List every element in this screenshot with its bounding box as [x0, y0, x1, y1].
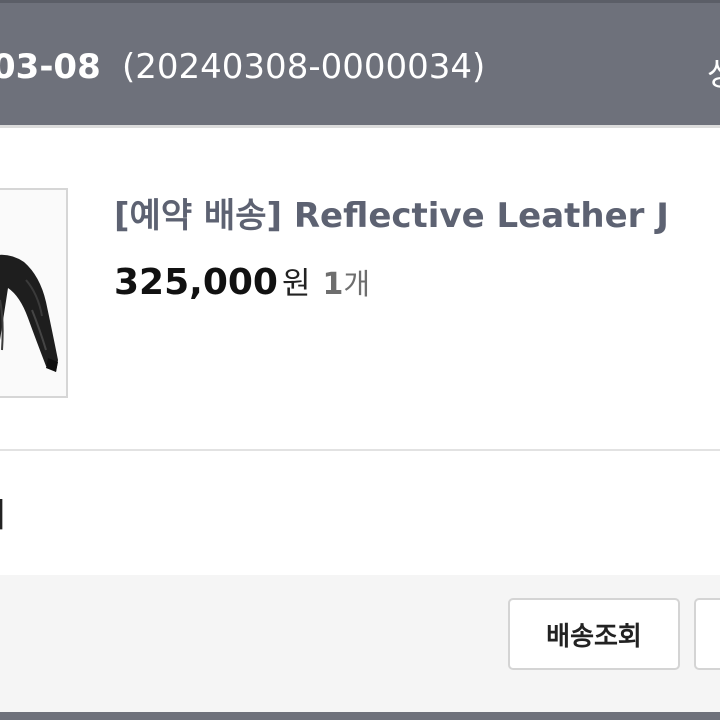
next-order-header-edge: [0, 712, 720, 720]
leather-jacket-icon: [0, 190, 66, 396]
order-card: 03-08 (20240308-0000034) 상 [예약 배송] Refle…: [0, 0, 720, 720]
track-delivery-button[interactable]: 배송조회: [508, 598, 680, 670]
order-detail-link[interactable]: 상: [707, 49, 720, 95]
product-thumbnail[interactable]: [0, 188, 68, 398]
product-name[interactable]: [예약 배송] Reflective Leather J: [114, 188, 669, 237]
product-price: 325,000: [114, 262, 278, 303]
price-currency-unit: 원: [281, 266, 311, 302]
order-number: (20240308-0000034): [122, 47, 486, 87]
secondary-action-button[interactable]: [694, 598, 720, 670]
section-divider: [0, 449, 720, 451]
header-divider: [0, 125, 720, 128]
order-header: 03-08 (20240308-0000034) 상: [0, 0, 720, 125]
quantity-unit: 개: [343, 267, 371, 301]
product-price-row: 325,000 원 1개: [114, 258, 370, 303]
order-date: 03-08: [0, 47, 101, 87]
product-quantity: 1: [322, 267, 344, 302]
order-status-text: ]: [0, 494, 5, 534]
